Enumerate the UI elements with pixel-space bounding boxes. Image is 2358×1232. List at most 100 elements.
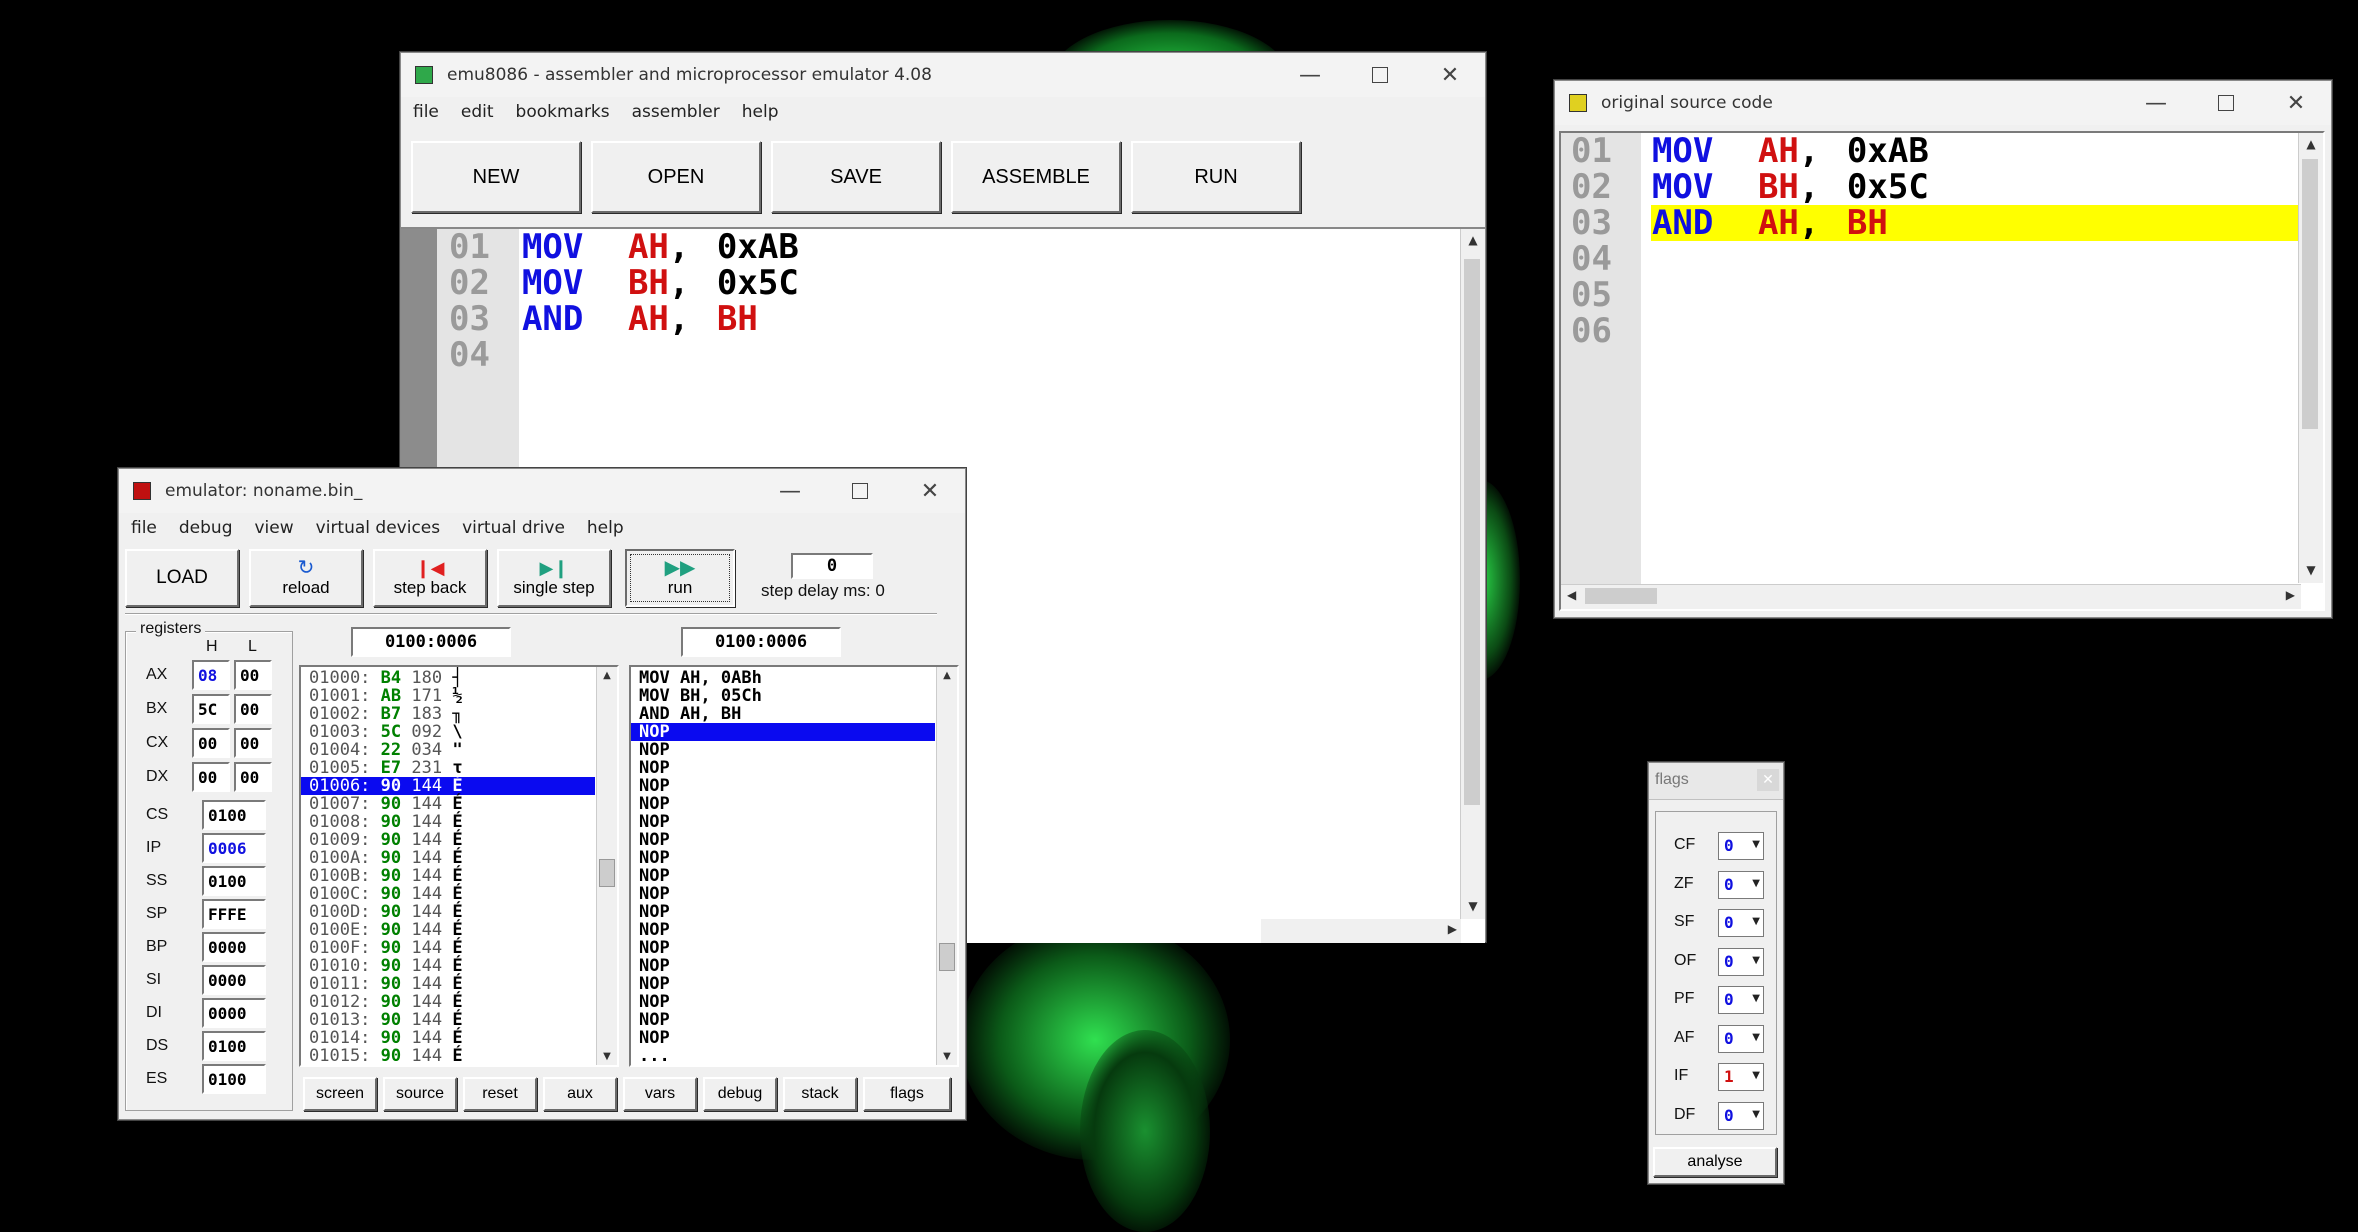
scroll-thumb[interactable]: [599, 859, 615, 887]
analyse-button[interactable]: analyse: [1653, 1147, 1777, 1177]
register-high-byte[interactable]: 08: [192, 660, 230, 690]
memory-row[interactable]: 0100D: 90 144 É: [301, 903, 595, 921]
register-value[interactable]: 0100: [202, 1031, 266, 1061]
scroll-down-icon[interactable]: ▼: [597, 1051, 617, 1062]
memory-row[interactable]: 01002: B7 183 ╖: [301, 705, 595, 723]
run-button[interactable]: RUN: [1131, 141, 1301, 213]
menu-virtual-drive[interactable]: virtual drive: [462, 518, 565, 538]
menu-file[interactable]: file: [413, 102, 439, 122]
disassembly-row[interactable]: NOP: [631, 1029, 935, 1047]
flag-value-select[interactable]: 0 ▼: [1718, 947, 1764, 976]
assemble-button[interactable]: ASSEMBLE: [951, 141, 1121, 213]
scroll-left-icon[interactable]: ◀: [1567, 588, 1576, 602]
single-step-button[interactable]: ▶❙ single step: [497, 549, 611, 607]
memory-row[interactable]: 01015: 90 144 É: [301, 1047, 595, 1065]
memory-row[interactable]: 01006: 90 144 É: [301, 777, 595, 795]
close-icon[interactable]: ✕: [1415, 53, 1485, 97]
disassembly-row[interactable]: MOV AH, 0ABh: [631, 669, 935, 687]
vars-button[interactable]: vars: [623, 1077, 697, 1111]
scroll-right-icon[interactable]: ▶: [2286, 588, 2295, 602]
step-back-button[interactable]: ❙◀ step back: [373, 549, 487, 607]
minimize-icon[interactable]: —: [755, 469, 825, 513]
disassembly-row[interactable]: NOP: [631, 741, 935, 759]
register-value[interactable]: 0100: [202, 866, 266, 896]
register-value[interactable]: FFFE: [202, 899, 266, 929]
disassembly-row[interactable]: MOV BH, 05Ch: [631, 687, 935, 705]
reset-button[interactable]: reset: [463, 1077, 537, 1111]
memory-row[interactable]: 01005: E7 231 τ: [301, 759, 595, 777]
memory-row[interactable]: 01012: 90 144 É: [301, 993, 595, 1011]
stack-button[interactable]: stack: [783, 1077, 857, 1111]
menu-file[interactable]: file: [131, 518, 157, 538]
flag-value-select[interactable]: 0 ▼: [1718, 870, 1764, 899]
disassembly-row[interactable]: NOP: [631, 939, 935, 957]
flag-value-select[interactable]: 0 ▼: [1718, 909, 1764, 937]
save-button[interactable]: SAVE: [771, 141, 941, 213]
register-high-byte[interactable]: 00: [192, 762, 230, 792]
menu-bookmarks[interactable]: bookmarks: [516, 102, 610, 122]
source-code-view[interactable]: 01 MOV AH, 0xAB 02 MOV BH, 0x5C 03 AND AH, BH 04 05 06…: [1559, 131, 2325, 611]
disassembly-row[interactable]: NOP: [631, 993, 935, 1011]
register-low-byte[interactable]: 00: [234, 728, 272, 758]
register-value[interactable]: 0100: [202, 1064, 266, 1094]
scroll-thumb[interactable]: [939, 943, 955, 971]
memory-row[interactable]: 01003: 5C 092 \: [301, 723, 595, 741]
memory-row[interactable]: 01007: 90 144 É: [301, 795, 595, 813]
scroll-thumb[interactable]: [1464, 259, 1480, 805]
disassembly-row[interactable]: NOP: [631, 885, 935, 903]
memory-row[interactable]: 01004: 22 034 ": [301, 741, 595, 759]
memory-row[interactable]: 0100A: 90 144 É: [301, 849, 595, 867]
disasm-vscrollbar[interactable]: ▲ ▼: [936, 667, 957, 1065]
menu-help[interactable]: help: [742, 102, 779, 122]
maximize-icon[interactable]: [1345, 53, 1415, 97]
scroll-down-icon[interactable]: ▼: [1461, 899, 1485, 913]
register-high-byte[interactable]: 00: [192, 728, 230, 758]
run-button[interactable]: ▶▶ run: [625, 549, 735, 607]
maximize-icon[interactable]: [2191, 81, 2261, 125]
maximize-icon[interactable]: [825, 469, 895, 513]
load-button[interactable]: LOAD: [125, 549, 239, 607]
flag-value-select[interactable]: 0 ▼: [1718, 832, 1764, 860]
flags-button[interactable]: flags: [863, 1077, 951, 1111]
memory-vscrollbar[interactable]: ▲ ▼: [596, 667, 617, 1065]
menu-view[interactable]: view: [255, 518, 294, 538]
disassembly-row[interactable]: NOP: [631, 795, 935, 813]
register-value[interactable]: 0006: [202, 833, 266, 863]
register-value[interactable]: 0000: [202, 932, 266, 962]
disassembly-row[interactable]: NOP: [631, 903, 935, 921]
memory-row[interactable]: 01008: 90 144 É: [301, 813, 595, 831]
minimize-icon[interactable]: —: [2121, 81, 2191, 125]
register-value[interactable]: 0000: [202, 965, 266, 995]
disassembly-row[interactable]: NOP: [631, 975, 935, 993]
memory-row[interactable]: 0100C: 90 144 É: [301, 885, 595, 903]
new-button[interactable]: NEW: [411, 141, 581, 213]
memory-address-input[interactable]: 0100:0006: [351, 627, 511, 657]
memory-row[interactable]: 01000: B4 180 ┤: [301, 669, 595, 687]
source-vscrollbar[interactable]: ▲ ▼: [2298, 133, 2323, 583]
register-low-byte[interactable]: 00: [234, 694, 272, 724]
memory-row[interactable]: 01010: 90 144 É: [301, 957, 595, 975]
screen-button[interactable]: screen: [303, 1077, 377, 1111]
disassembly-row[interactable]: NOP: [631, 921, 935, 939]
disassembly-row[interactable]: NOP: [631, 957, 935, 975]
disassembly-row[interactable]: ...: [631, 1047, 935, 1065]
minimize-icon[interactable]: —: [1275, 53, 1345, 97]
scroll-up-icon[interactable]: ▲: [597, 670, 617, 681]
scroll-up-icon[interactable]: ▲: [937, 670, 957, 681]
flag-value-select[interactable]: 0 ▼: [1718, 1101, 1764, 1130]
scroll-up-icon[interactable]: ▲: [2299, 137, 2323, 151]
menu-edit[interactable]: edit: [461, 102, 494, 122]
register-high-byte[interactable]: 5C: [192, 694, 230, 724]
disassembly-list[interactable]: MOV AH, 0ABh MOV BH, 05Ch AND AH, BH NOP NOP…: [629, 665, 959, 1067]
scroll-down-icon[interactable]: ▼: [937, 1051, 957, 1062]
register-low-byte[interactable]: 00: [234, 762, 272, 792]
close-icon[interactable]: ✕: [2261, 81, 2331, 125]
source-hscrollbar[interactable]: ◀ ▶: [1561, 584, 2301, 609]
memory-row[interactable]: 01009: 90 144 É: [301, 831, 595, 849]
flag-value-select[interactable]: 1 ▼: [1718, 1063, 1764, 1091]
close-icon[interactable]: ✕: [895, 469, 965, 513]
memory-row[interactable]: 01014: 90 144 É: [301, 1029, 595, 1047]
memory-row[interactable]: 01013: 90 144 É: [301, 1011, 595, 1029]
menu-debug[interactable]: debug: [179, 518, 233, 538]
disassembly-row[interactable]: NOP: [631, 867, 935, 885]
